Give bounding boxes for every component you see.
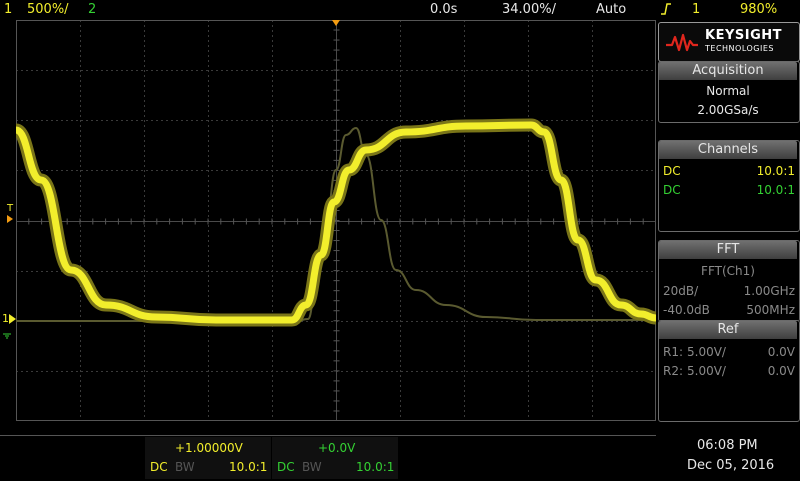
ch2-bottom-probe: 10.0:1 [356, 460, 395, 474]
clock-time: 06:08 PM [697, 438, 758, 453]
rising-edge-icon [660, 2, 672, 21]
ch2-bw-limit: BW [302, 460, 322, 474]
acquisition-title: Acquisition [659, 62, 797, 80]
sample-rate: 2.00GSa/s [697, 103, 759, 117]
fft-source: FFT(Ch1) [701, 264, 755, 278]
ch1-probe: 10.0:1 [756, 164, 795, 178]
bottom-status-bar: +1.00000V DC BW 10.0:1 +0.0V DC BW 10.0:… [0, 422, 800, 481]
fft-title: FFT [659, 241, 797, 259]
ch1-bottom-coupling: DC [150, 460, 168, 474]
ch2-info-block[interactable]: +0.0V DC BW 10.0:1 [272, 437, 398, 479]
keysight-wave-icon [666, 33, 698, 52]
r2-scale: 5.00V/ [687, 364, 726, 378]
fft-scale: 20dB/ [663, 284, 699, 298]
time-scale[interactable]: 34.00%/ [502, 2, 556, 18]
channels-title: Channels [659, 141, 797, 159]
ch2-bottom-coupling: DC [277, 460, 295, 474]
trigger-arrow-icon [7, 215, 13, 223]
right-panel: KEYSIGHT TECHNOLOGIES Acquisition Normal… [658, 20, 800, 422]
ch1-info-block[interactable]: +1.00000V DC BW 10.0:1 [145, 437, 271, 479]
r1-name: R1: [663, 345, 684, 359]
acquisition-mode: Normal [706, 84, 750, 98]
ch2-ground-icon [3, 324, 11, 339]
trigger-mode[interactable]: Auto [596, 2, 626, 18]
fft-span: 1.00GHz [743, 284, 795, 298]
ch1-coupling: DC [663, 164, 681, 178]
clock-date: Dec 05, 2016 [687, 458, 775, 473]
trigger-level-marker[interactable]: T [7, 204, 13, 223]
ch2-coupling: DC [663, 183, 681, 197]
r2-offset: 0.0V [767, 364, 795, 378]
brand-subtitle: TECHNOLOGIES [705, 44, 774, 53]
waveform-display[interactable] [16, 20, 656, 421]
trigger-level[interactable]: 980% [740, 2, 777, 18]
fft-ref-level: -40.0dB [663, 303, 710, 317]
ch2-probe: 10.0:1 [756, 183, 795, 197]
ch2-offset: +0.0V [318, 441, 356, 455]
fft-box[interactable]: FFT FFT(Ch1) 20dB/ 1.00GHz -40.0dB 500MH… [658, 240, 800, 322]
brand-logo: KEYSIGHT TECHNOLOGIES [658, 22, 800, 62]
channels-box[interactable]: Channels DC 10.0:1 DC 10.0:1 [658, 140, 800, 232]
r2-name: R2: [663, 364, 684, 378]
ground-arrow-icon [9, 314, 16, 324]
trigger-level-marker-label: T [7, 203, 14, 214]
trigger-source[interactable]: 1 [692, 2, 700, 18]
ch1-number[interactable]: 1 [4, 2, 12, 18]
acquisition-box[interactable]: Acquisition Normal 2.00GSa/s [658, 61, 800, 123]
ch1-scale[interactable]: 500%/ [27, 2, 69, 18]
ch1-offset: +1.00000V [175, 441, 243, 455]
ch1-bottom-probe: 10.0:1 [229, 460, 268, 474]
r1-offset: 0.0V [767, 345, 795, 359]
ch2-number[interactable]: 2 [88, 2, 96, 18]
trigger-position-marker[interactable] [332, 20, 340, 26]
top-status-bar: 1 500%/ 2 0.0s 34.00%/ Auto 1 980% [0, 0, 800, 20]
graticule [16, 20, 656, 421]
bottom-divider [0, 435, 656, 436]
time-reference[interactable]: 0.0s [430, 2, 457, 18]
ch1-bw-limit: BW [175, 460, 195, 474]
ref-box[interactable]: Ref R1: 5.00V/ 0.0V R2: 5.00V/ 0.0V [658, 320, 800, 422]
ref-title: Ref [659, 321, 797, 339]
brand-name: KEYSIGHT [705, 28, 782, 43]
r1-scale: 5.00V/ [687, 345, 726, 359]
fft-center: 500MHz [746, 303, 795, 317]
